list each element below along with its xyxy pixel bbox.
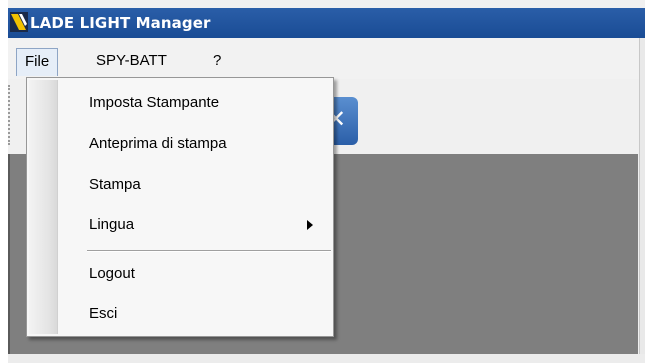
menu-item-stampa[interactable]: Stampa xyxy=(89,173,141,197)
app-logo-icon xyxy=(10,12,28,32)
chevron-right-icon xyxy=(307,220,313,230)
menu-file[interactable]: File xyxy=(16,48,59,76)
menu-separator xyxy=(87,250,331,251)
menu-spy-batt[interactable]: SPY-BATT xyxy=(88,48,175,76)
menu-item-imposta-stampante[interactable]: Imposta Stampante xyxy=(89,91,219,115)
menu-bar: File SPY-BATT ? xyxy=(8,38,645,79)
menu-item-lingua[interactable]: Lingua xyxy=(89,213,134,237)
client-edge xyxy=(8,154,10,354)
menu-item-esci[interactable]: Esci xyxy=(89,302,117,326)
menu-item-anteprima-di-stampa[interactable]: Anteprima di stampa xyxy=(89,132,227,156)
menu-help[interactable]: ? xyxy=(205,48,229,76)
file-dropdown-menu: Imposta Stampante Anteprima di stampa St… xyxy=(26,77,334,337)
window-right-border xyxy=(639,38,645,363)
window-title: LADE LIGHT Manager xyxy=(30,14,211,32)
window-bottom-border xyxy=(8,354,645,363)
title-bar[interactable]: LADE LIGHT Manager xyxy=(8,8,645,38)
menu-item-logout[interactable]: Logout xyxy=(89,262,135,286)
app-window: LADE LIGHT Manager File SPY-BATT ? ✕ Imp… xyxy=(8,0,645,363)
menu-icon-gutter xyxy=(29,80,58,334)
toolbar-grip[interactable] xyxy=(8,85,14,145)
